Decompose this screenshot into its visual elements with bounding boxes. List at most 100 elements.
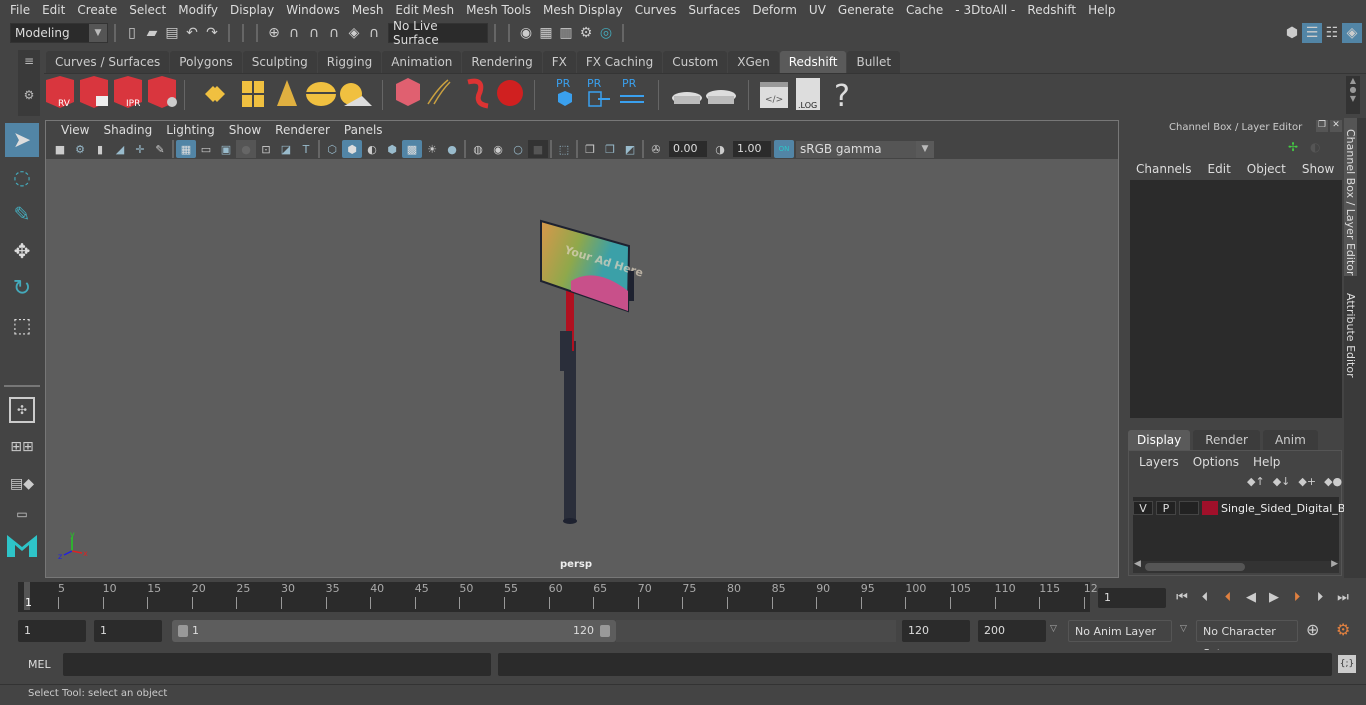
layer-menu-options[interactable]: Options: [1193, 455, 1239, 469]
go-to-start-icon[interactable]: ⏮: [1172, 587, 1192, 607]
menu-mesh[interactable]: Mesh: [346, 3, 390, 17]
tab-bullet[interactable]: Bullet: [847, 51, 901, 73]
time-slider[interactable]: 1 5 10 15 20 25 30 35 40 45 50 55 60 65 70 75 80 85 90 95 1…: [18, 582, 1098, 612]
wireframe-on-shaded-icon[interactable]: ◐: [362, 140, 382, 158]
end-time-field[interactable]: 200: [978, 620, 1046, 642]
cb-menu-show[interactable]: Show: [1302, 162, 1334, 176]
redshift-ipr-icon[interactable]: IPR: [114, 76, 142, 109]
redshift-bake-set-icon[interactable]: [706, 90, 736, 104]
rotate-tool-button[interactable]: ↻: [5, 271, 39, 305]
move-layer-down-icon[interactable]: ◆↓: [1273, 475, 1291, 488]
hypershade-icon[interactable]: ◎: [596, 23, 616, 43]
tab-rendering[interactable]: Rendering: [462, 51, 542, 73]
menu-display[interactable]: Display: [224, 3, 280, 17]
tab-fx[interactable]: FX: [542, 51, 576, 73]
billboard-model[interactable]: Your Ad Here: [526, 211, 646, 541]
animation-preferences-icon[interactable]: ⚙: [1336, 620, 1350, 639]
playback-end-field[interactable]: 120: [902, 620, 970, 642]
redshift-pr-swap-icon[interactable]: PR: [620, 77, 644, 103]
step-back-key-icon[interactable]: ⏴: [1218, 587, 1238, 607]
side-tab-channel-box[interactable]: Channel Box / Layer Editor: [1344, 118, 1357, 276]
manipulator-icon[interactable]: ✢: [1288, 140, 1298, 154]
redshift-bake-icon[interactable]: [672, 92, 702, 104]
menu-uv[interactable]: UV: [803, 3, 832, 17]
layer-menu-help[interactable]: Help: [1253, 455, 1280, 469]
menu-mesh-tools[interactable]: Mesh Tools: [460, 3, 537, 17]
range-end-handle[interactable]: [600, 625, 610, 637]
menu-create[interactable]: Create: [71, 3, 123, 17]
textured-icon[interactable]: ▩: [402, 140, 422, 158]
cb-menu-edit[interactable]: Edit: [1208, 162, 1231, 176]
grid-icon[interactable]: ▦: [176, 140, 196, 158]
render-settings-icon[interactable]: ⚙: [576, 23, 596, 43]
redshift-light-icon[interactable]: [205, 86, 225, 102]
anti-aliasing-icon[interactable]: ○: [508, 140, 528, 158]
safe-action-icon[interactable]: ◪: [276, 140, 296, 158]
vp-menu-show[interactable]: Show: [222, 123, 268, 137]
layer-row[interactable]: V P Single_Sided_Digital_B: [1133, 501, 1345, 515]
menu-select[interactable]: Select: [123, 3, 172, 17]
lasso-tool-button[interactable]: ◌: [5, 160, 39, 194]
tab-redshift[interactable]: Redshift: [779, 51, 847, 73]
character-set-chevron-icon[interactable]: ▽: [1180, 624, 1187, 634]
menu-mesh-display[interactable]: Mesh Display: [537, 3, 629, 17]
tab-polygons[interactable]: Polygons: [170, 51, 242, 73]
use-lights-icon[interactable]: ☀: [422, 140, 442, 158]
camera-attributes-icon[interactable]: ⚙: [70, 140, 90, 158]
2d-pan-zoom-icon[interactable]: ✛: [130, 140, 150, 158]
menu-windows[interactable]: Windows: [280, 3, 346, 17]
snap-point-icon[interactable]: ∩: [304, 23, 324, 43]
tab-curves-surfaces[interactable]: Curves / Surfaces: [46, 51, 170, 73]
vp-menu-panels[interactable]: Panels: [337, 123, 390, 137]
gamma-field[interactable]: 1.00: [733, 141, 771, 157]
layer-visibility-toggle[interactable]: V: [1133, 501, 1153, 515]
layer-tab-display[interactable]: Display: [1128, 430, 1191, 450]
redshift-pr-export-icon[interactable]: PR: [587, 77, 610, 107]
exposure-field[interactable]: 0.00: [669, 141, 707, 157]
anim-layer-dropdown[interactable]: No Anim Layer: [1068, 620, 1172, 642]
side-tab-attribute-editor[interactable]: Attribute Editor: [1344, 280, 1357, 380]
tab-fx-caching[interactable]: FX Caching: [576, 51, 663, 73]
redshift-pr-object-icon[interactable]: PR: [556, 77, 572, 106]
move-layer-up-icon[interactable]: ◆↑: [1247, 475, 1265, 488]
command-input[interactable]: [63, 653, 491, 676]
motion-blur-icon[interactable]: ◉: [488, 140, 508, 158]
current-frame-field[interactable]: 1: [1098, 588, 1166, 608]
playback-start-field[interactable]: 1: [94, 620, 162, 642]
snap-live-icon[interactable]: ◈: [344, 23, 364, 43]
shelf-menu-icon[interactable]: ≡: [18, 54, 40, 68]
xray-icon[interactable]: ⬚: [554, 140, 574, 158]
grease-pencil-icon[interactable]: ✎: [150, 140, 170, 158]
layer-color-swatch[interactable]: [1202, 501, 1218, 515]
tab-xgen[interactable]: XGen: [728, 51, 779, 73]
backface-icon[interactable]: ◩: [620, 140, 640, 158]
save-scene-icon[interactable]: ▤: [162, 23, 182, 43]
redshift-strand-icon[interactable]: [467, 78, 489, 109]
tab-rigging[interactable]: Rigging: [317, 51, 382, 73]
scroll-right-icon[interactable]: ▶: [1331, 559, 1338, 569]
vp-menu-view[interactable]: View: [54, 123, 96, 137]
attribute-editor-toggle-icon[interactable]: ☰: [1302, 23, 1322, 43]
channel-box-toggle-icon[interactable]: ◈: [1342, 23, 1362, 43]
select-tool-button[interactable]: ➤: [5, 123, 39, 157]
image-plane-icon[interactable]: ◢: [110, 140, 130, 158]
menu-generate[interactable]: Generate: [832, 3, 900, 17]
vp-menu-shading[interactable]: Shading: [96, 123, 159, 137]
single-pane-layout-button[interactable]: ✣: [5, 393, 39, 427]
xray-joints-icon[interactable]: ❐: [580, 140, 600, 158]
redshift-hair-icon[interactable]: [427, 79, 451, 105]
exposure-icon[interactable]: ✇: [646, 140, 666, 158]
shelf-settings-icon[interactable]: ⚙: [18, 88, 40, 102]
undo-icon[interactable]: ↶: [182, 23, 202, 43]
live-surface-field[interactable]: No Live Surface: [388, 19, 488, 47]
new-layer-selected-icon[interactable]: ◆●: [1324, 475, 1342, 488]
bookmark-icon[interactable]: ▮: [90, 140, 110, 158]
render-current-frame-icon[interactable]: ▦: [536, 23, 556, 43]
camera-icon[interactable]: ■: [50, 140, 70, 158]
redshift-render-sequence-icon[interactable]: [80, 76, 108, 108]
layer-tab-anim[interactable]: Anim: [1262, 430, 1318, 450]
scale-tool-button[interactable]: ⬚: [5, 308, 39, 342]
speed-icon[interactable]: ◐: [1310, 140, 1320, 154]
shadows-icon[interactable]: ●: [442, 140, 462, 158]
layer-tab-render[interactable]: Render: [1193, 430, 1260, 450]
